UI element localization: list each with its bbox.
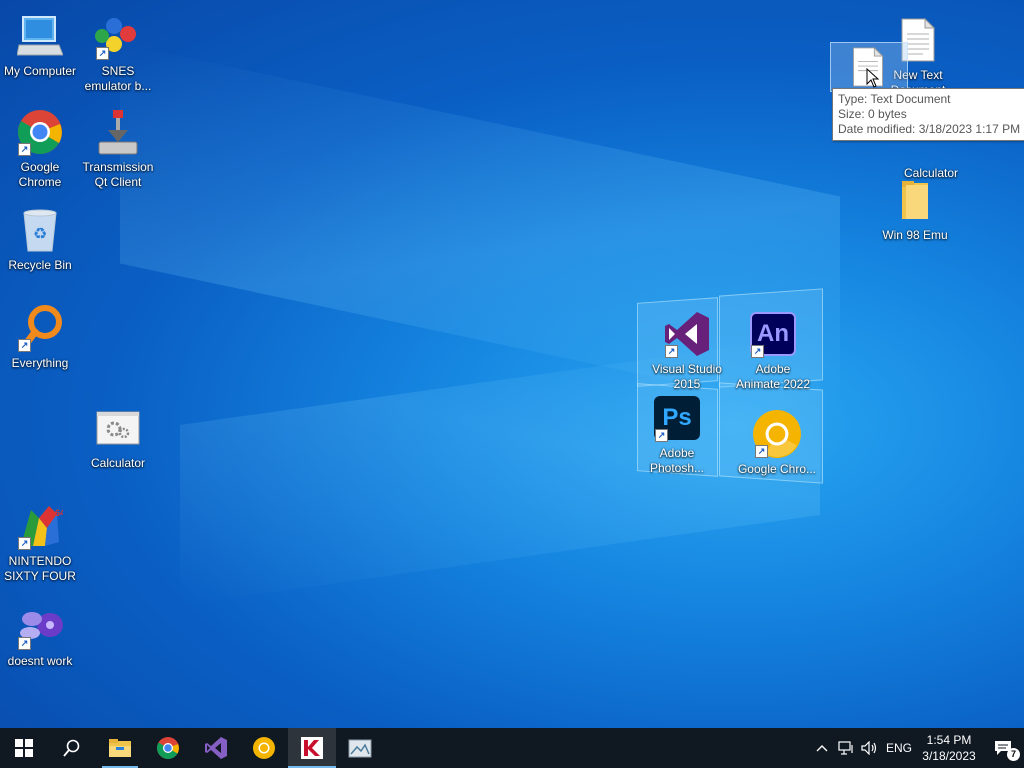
network-icon: [838, 741, 853, 755]
taskbar-screenshot-tool[interactable]: [336, 728, 384, 768]
taskbar-chrome-canary[interactable]: [240, 728, 288, 768]
shortcut-arrow-icon: ↗: [18, 637, 31, 650]
desktop-icon-adobe-animate[interactable]: An ↗ Adobe Animate 2022: [733, 308, 813, 392]
everything-search-icon: ↗: [14, 302, 66, 354]
desktop-icon-nintendo-64[interactable]: 64 ↗ NINTENDO SIXTY FOUR: [0, 500, 80, 584]
desktop-icon-chrome-canary[interactable]: ↗ Google Chro...: [737, 408, 817, 477]
visual-studio-icon: [205, 737, 227, 759]
tooltip-size: Size: 0 bytes: [838, 107, 907, 121]
shortcut-arrow-icon: ↗: [18, 339, 31, 352]
folder-icon: [889, 174, 941, 226]
visual-studio-icon: ↗: [661, 308, 713, 360]
desktop-icon-transmission[interactable]: Transmission Qt Client: [78, 106, 158, 190]
desktop-icon-win98-emu[interactable]: Win 98 Emu: [875, 174, 955, 243]
desktop-icon-doesnt-work[interactable]: ↗ doesnt work: [0, 600, 80, 669]
desktop-icon-calculator[interactable]: Calculator: [78, 402, 158, 471]
adobe-photoshop-icon: Ps ↗: [651, 392, 703, 444]
desktop-icon-visual-studio[interactable]: ↗ Visual Studio 2015: [647, 308, 727, 392]
taskbar-visual-studio[interactable]: [192, 728, 240, 768]
shortcut-arrow-icon: ↗: [751, 345, 764, 358]
computer-icon: [14, 10, 66, 62]
shortcut-arrow-icon: ↗: [755, 445, 768, 458]
shortcut-arrow-icon: ↗: [655, 429, 668, 442]
desktop[interactable]: My Computer ↗ SNES emulator b... ↗ Googl…: [0, 0, 1024, 728]
system-tray: ENG 1:54 PM 3/18/2023 7: [810, 728, 1024, 768]
clock-date: 3/18/2023: [922, 749, 976, 763]
search-icon: [63, 739, 80, 757]
svg-text:64: 64: [55, 508, 63, 518]
input-language-indicator[interactable]: ENG: [882, 728, 916, 768]
file-explorer-icon: [109, 739, 131, 757]
chevron-up-icon: [816, 745, 828, 752]
svg-text:♻: ♻: [33, 224, 47, 243]
desktop-icon-snes-emulator[interactable]: ↗ SNES emulator b...: [78, 10, 158, 94]
calculator-icon: [92, 402, 144, 454]
show-hidden-icons-button[interactable]: [810, 728, 834, 768]
start-button[interactable]: [0, 728, 48, 768]
windows-start-icon: [15, 739, 33, 757]
desktop-icon-adobe-photoshop[interactable]: Ps ↗ Adobe Photosh...: [637, 392, 717, 476]
adobe-animate-icon: An ↗: [747, 308, 799, 360]
kaspersky-icon: [301, 737, 323, 759]
recycle-bin-icon: ♻: [14, 204, 66, 256]
desktop-icon-google-chrome[interactable]: ↗ Google Chrome: [0, 106, 80, 190]
notification-count-badge: 7: [1007, 748, 1020, 761]
speaker-icon: [861, 741, 877, 755]
shortcut-arrow-icon: ↗: [18, 537, 31, 550]
shortcut-arrow-icon: ↗: [665, 345, 678, 358]
tooltip-type: Type: Text Document: [838, 92, 951, 106]
clock[interactable]: 1:54 PM 3/18/2023: [916, 728, 982, 768]
screenshot-tool-icon: [348, 739, 372, 758]
n64-icon: 64 ↗: [14, 500, 66, 552]
chrome-icon: ↗: [14, 106, 66, 158]
emulator-icon: ↗: [14, 600, 66, 652]
taskbar-file-explorer[interactable]: [96, 728, 144, 768]
chrome-icon: [157, 737, 179, 759]
snes-emulator-icon: ↗: [92, 10, 144, 62]
chrome-canary-icon: ↗: [751, 408, 803, 460]
taskbar-kaspersky[interactable]: [288, 728, 336, 768]
volume-button[interactable]: [858, 728, 882, 768]
desktop-icon-my-computer[interactable]: My Computer: [0, 10, 80, 79]
transmission-icon: [92, 106, 144, 158]
shortcut-arrow-icon: ↗: [96, 47, 109, 60]
search-button[interactable]: [48, 728, 96, 768]
file-info-tooltip: Type: Text Document Size: 0 bytes Date m…: [832, 88, 1024, 141]
clock-time: 1:54 PM: [926, 733, 972, 747]
desktop-icon-recycle-bin[interactable]: ♻ Recycle Bin: [0, 204, 80, 273]
mouse-cursor-icon: [866, 68, 880, 88]
desktop-icon-everything[interactable]: ↗ Everything: [0, 302, 80, 371]
shortcut-arrow-icon: ↗: [18, 143, 31, 156]
taskbar-chrome[interactable]: [144, 728, 192, 768]
network-button[interactable]: [834, 728, 858, 768]
action-center-button[interactable]: 7: [982, 728, 1024, 768]
tooltip-date-modified: Date modified: 3/18/2023 1:17 PM: [838, 122, 1021, 136]
taskbar: ENG 1:54 PM 3/18/2023 7: [0, 728, 1024, 768]
chrome-canary-icon: [253, 737, 275, 759]
